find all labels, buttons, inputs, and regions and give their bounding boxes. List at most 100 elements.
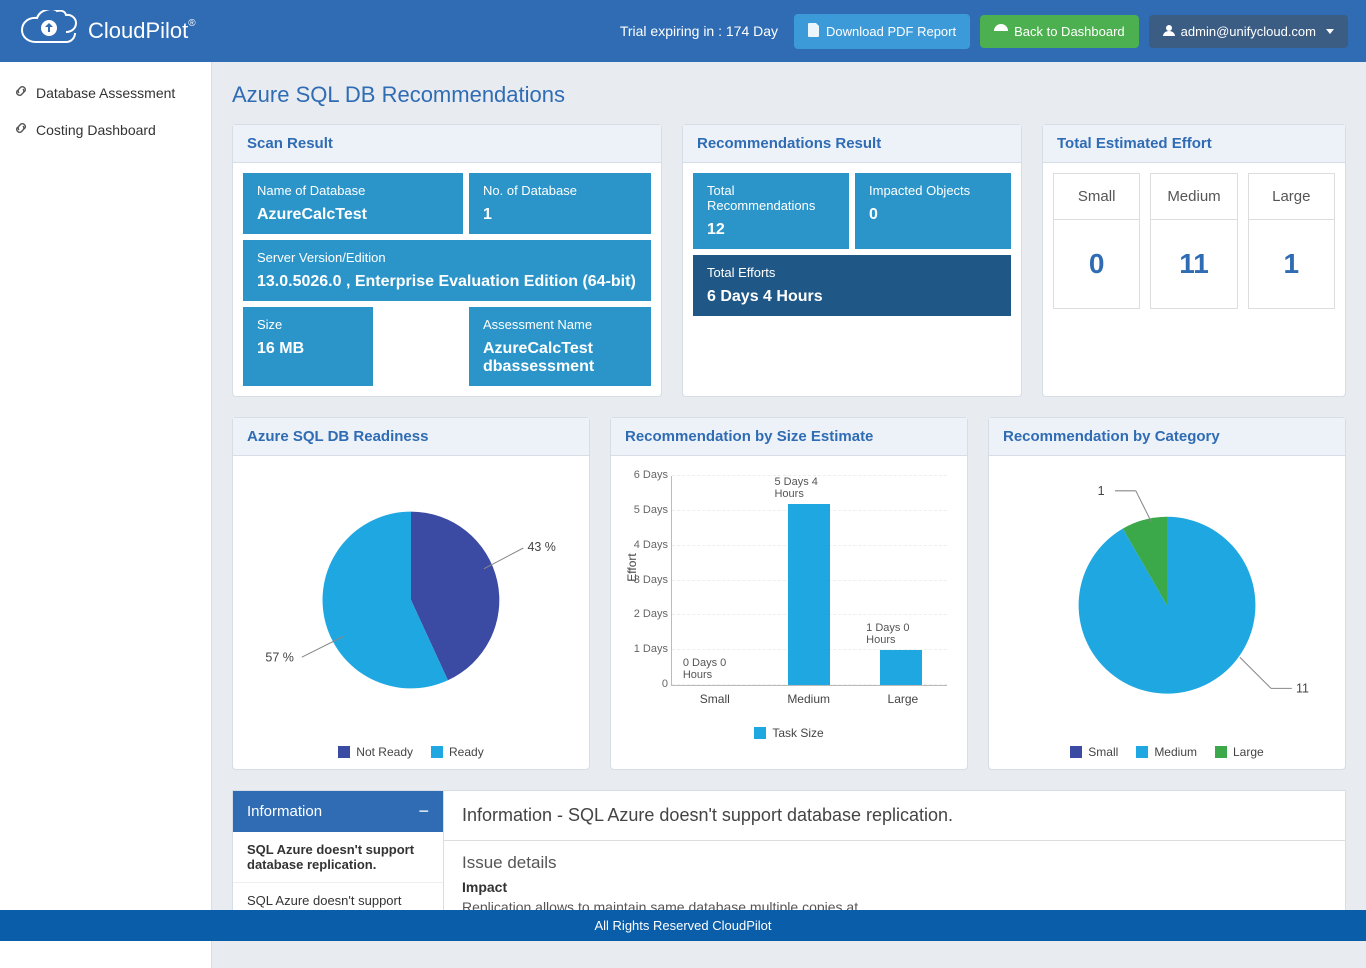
tile-assessment-name: Assessment Name AzureCalcTest dbassessme… bbox=[469, 307, 651, 386]
swatch-icon bbox=[1070, 746, 1082, 758]
legend-task-size: Task Size bbox=[754, 726, 823, 740]
readiness-ready-pct: 57 % bbox=[265, 650, 293, 664]
tile-total-efforts: Total Efforts 6 Days 4 Hours bbox=[693, 255, 1011, 316]
page-title: Azure SQL DB Recommendations bbox=[232, 82, 1346, 108]
category-pie-chart: 1 11 bbox=[999, 470, 1335, 730]
info-sidebar: Information − SQL Azure doesn't support … bbox=[233, 791, 443, 927]
panel-title: Scan Result bbox=[233, 125, 661, 163]
info-main-title: Information - SQL Azure doesn't support … bbox=[444, 791, 1345, 841]
download-pdf-label: Download PDF Report bbox=[826, 24, 956, 39]
swatch-icon bbox=[431, 746, 443, 758]
minus-icon: − bbox=[418, 801, 429, 822]
tile-db-name: Name of Database AzureCalcTest bbox=[243, 173, 463, 234]
bar-medium: 5 Days 4 Hours bbox=[774, 476, 844, 685]
effort-cell-small: Small 0 bbox=[1053, 173, 1140, 309]
tile-value: 6 Days 4 Hours bbox=[707, 288, 997, 306]
effort-value: 1 bbox=[1249, 220, 1334, 308]
trial-expiry-text: Trial expiring in : 174 Day bbox=[620, 23, 778, 39]
sidebar-item-costing-dashboard[interactable]: Costing Dashboard bbox=[0, 111, 211, 148]
category-chart-panel: Recommendation by Category 1 11 Small bbox=[988, 417, 1346, 770]
tile-value: 12 bbox=[707, 221, 835, 239]
tile-label: Impacted Objects bbox=[869, 183, 997, 198]
tile-value: AzureCalcTest dbassessment bbox=[483, 340, 637, 376]
info-list-item[interactable]: SQL Azure doesn't support database repli… bbox=[233, 832, 443, 883]
swatch-icon bbox=[754, 727, 766, 739]
effort-label: Small bbox=[1054, 174, 1139, 220]
legend-ready: Ready bbox=[431, 745, 484, 759]
tile-label: Assessment Name bbox=[483, 317, 637, 332]
tile-label: Total Efforts bbox=[707, 265, 997, 280]
dashboard-icon bbox=[994, 24, 1008, 39]
bar-large: 1 Days 0 Hours bbox=[866, 622, 936, 685]
info-main: Information - SQL Azure doesn't support … bbox=[443, 791, 1345, 927]
impact-label: Impact bbox=[462, 879, 1327, 895]
tile-total-recommendations: Total Recommendations 12 bbox=[693, 173, 849, 249]
tile-value: 16 MB bbox=[257, 340, 359, 358]
cloud-logo-icon bbox=[18, 10, 80, 53]
tile-db-count: No. of Database 1 bbox=[469, 173, 651, 234]
brand-name: CloudPilot® bbox=[88, 18, 196, 44]
panel-title: Azure SQL DB Readiness bbox=[233, 418, 589, 456]
panel-title: Recommendations Result bbox=[683, 125, 1021, 163]
tile-label: Total Recommendations bbox=[707, 183, 835, 213]
sidebar-item-label: Database Assessment bbox=[36, 85, 175, 101]
size-legend: Task Size bbox=[621, 726, 957, 740]
sidebar-item-database-assessment[interactable]: Database Assessment bbox=[0, 74, 211, 111]
panel-title: Recommendation by Size Estimate bbox=[611, 418, 967, 456]
x-label: Large bbox=[888, 692, 919, 706]
effort-cell-large: Large 1 bbox=[1248, 173, 1335, 309]
tile-value: 13.0.5026.0 , Enterprise Evaluation Edit… bbox=[257, 273, 637, 291]
sidebar: Database Assessment Costing Dashboard bbox=[0, 62, 212, 968]
x-label: Medium bbox=[787, 692, 830, 706]
file-pdf-icon bbox=[808, 23, 820, 40]
user-menu-button[interactable]: admin@unifycloud.com bbox=[1149, 15, 1348, 48]
user-icon bbox=[1163, 24, 1175, 39]
link-icon bbox=[14, 121, 28, 138]
tile-value: AzureCalcTest bbox=[257, 206, 449, 224]
legend-large: Large bbox=[1215, 745, 1264, 759]
scan-result-panel: Scan Result Name of Database AzureCalcTe… bbox=[232, 124, 662, 397]
x-label: Small bbox=[700, 692, 730, 706]
header: CloudPilot® Trial expiring in : 174 Day … bbox=[0, 0, 1366, 62]
link-icon bbox=[14, 84, 28, 101]
tile-label: Name of Database bbox=[257, 183, 449, 198]
tile-label: Size bbox=[257, 317, 359, 332]
swatch-icon bbox=[1215, 746, 1227, 758]
readiness-legend: Not Ready Ready bbox=[243, 745, 579, 759]
category-label-1: 1 bbox=[1098, 484, 1105, 498]
recommendations-result-panel: Recommendations Result Total Recommendat… bbox=[682, 124, 1022, 397]
tile-label: Server Version/Edition bbox=[257, 250, 637, 265]
sidebar-item-label: Costing Dashboard bbox=[36, 122, 156, 138]
size-chart-panel: Recommendation by Size Estimate Effort 0… bbox=[610, 417, 968, 770]
header-actions: Trial expiring in : 174 Day Download PDF… bbox=[620, 14, 1348, 49]
footer: All Rights Reserved CloudPilot bbox=[0, 910, 1366, 941]
download-pdf-button[interactable]: Download PDF Report bbox=[794, 14, 970, 49]
category-label-11: 11 bbox=[1296, 682, 1309, 696]
user-email: admin@unifycloud.com bbox=[1181, 24, 1316, 39]
effort-value: 11 bbox=[1151, 220, 1236, 308]
readiness-not-ready-pct: 43 % bbox=[527, 540, 555, 554]
size-bar-chart: Effort 0 1 Days 2 Days 3 Days 4 Days 5 D… bbox=[671, 476, 947, 716]
effort-label: Large bbox=[1249, 174, 1334, 220]
info-sidebar-title: Information bbox=[247, 803, 322, 820]
swatch-icon bbox=[1136, 746, 1148, 758]
readiness-pie-chart: 43 % 57 % bbox=[243, 470, 579, 730]
legend-not-ready: Not Ready bbox=[338, 745, 413, 759]
panel-title: Total Estimated Effort bbox=[1043, 125, 1345, 163]
logo: CloudPilot® bbox=[18, 10, 196, 53]
tile-label: No. of Database bbox=[483, 183, 637, 198]
effort-label: Medium bbox=[1151, 174, 1236, 220]
information-section: Information − SQL Azure doesn't support … bbox=[232, 790, 1346, 928]
legend-medium: Medium bbox=[1136, 745, 1197, 759]
legend-small: Small bbox=[1070, 745, 1118, 759]
back-to-dashboard-label: Back to Dashboard bbox=[1014, 24, 1125, 39]
panel-title: Recommendation by Category bbox=[989, 418, 1345, 456]
back-to-dashboard-button[interactable]: Back to Dashboard bbox=[980, 15, 1139, 48]
info-sidebar-header[interactable]: Information − bbox=[233, 791, 443, 832]
tile-size: Size 16 MB bbox=[243, 307, 373, 386]
swatch-icon bbox=[338, 746, 350, 758]
tile-impacted-objects: Impacted Objects 0 bbox=[855, 173, 1011, 249]
total-estimated-effort-panel: Total Estimated Effort Small 0 Medium 11… bbox=[1042, 124, 1346, 397]
tile-server-version: Server Version/Edition 13.0.5026.0 , Ent… bbox=[243, 240, 651, 301]
effort-value: 0 bbox=[1054, 220, 1139, 308]
